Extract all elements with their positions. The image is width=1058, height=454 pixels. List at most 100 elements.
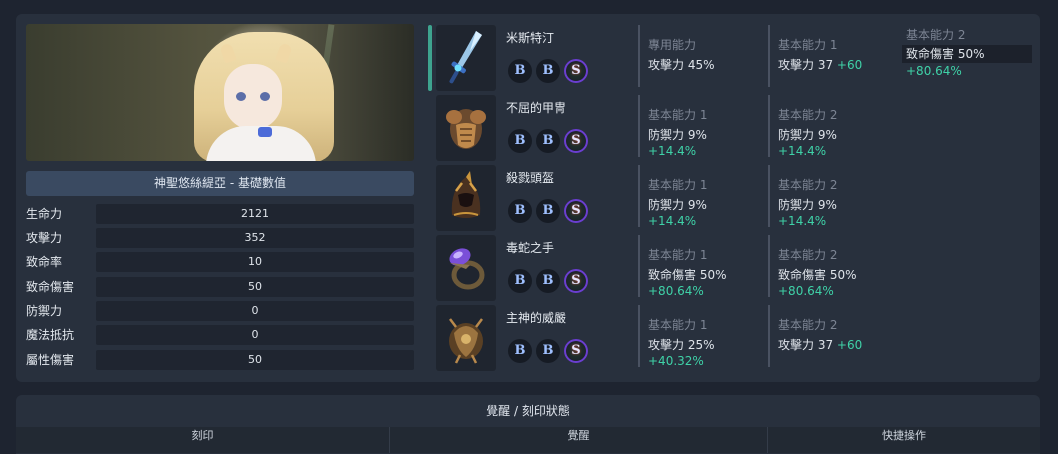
stat-label: 致命率 bbox=[26, 255, 63, 269]
stat-label: 屬性傷害 bbox=[26, 353, 75, 367]
property-title: 基本能力 2 bbox=[906, 28, 966, 42]
property-title: 基本能力 1 bbox=[648, 178, 708, 192]
rune-s-icon[interactable]: S bbox=[564, 339, 588, 363]
property-title: 基本能力 1 bbox=[648, 248, 708, 262]
equip-property: 基本能力 1 防禦力 9% +14.4% bbox=[638, 95, 756, 158]
rune-b-icon[interactable]: B bbox=[536, 339, 560, 363]
equip-property: 基本能力 2 防禦力 9% +14.4% bbox=[768, 165, 886, 228]
equip-name: 毒蛇之手 bbox=[506, 241, 555, 255]
rune-s-icon[interactable]: S bbox=[564, 269, 588, 293]
equip-row-amulet[interactable]: 主神的威嚴 B B S 基本能力 1 攻擊力 25% +40.32% 基本能力 … bbox=[428, 305, 1040, 371]
rune-b-icon[interactable]: B bbox=[508, 269, 532, 293]
stat-row-hp: 生命力 2121 bbox=[26, 204, 414, 224]
equip-row-ring[interactable]: 毒蛇之手 B B S 基本能力 1 致命傷害 50% +80.64% 基本能力 … bbox=[428, 235, 1040, 301]
equip-property: 基本能力 2 防禦力 9% +14.4% bbox=[768, 95, 886, 158]
selected-indicator bbox=[428, 25, 432, 91]
stat-value: 0 bbox=[96, 325, 414, 345]
amulet-icon[interactable] bbox=[436, 305, 496, 371]
equip-property: 基本能力 1 攻擊力 37 +60 bbox=[768, 25, 886, 87]
property-bonus: +80.64% bbox=[648, 284, 704, 298]
property-bonus: +80.64% bbox=[906, 64, 962, 78]
rune-b-icon[interactable]: B bbox=[536, 269, 560, 293]
rune-b-icon[interactable]: B bbox=[508, 199, 532, 223]
equip-row-weapon[interactable]: 米斯特汀 B B S 專用能力 攻擊力 45% 基本能力 1 攻擊力 37 +6… bbox=[428, 25, 1040, 91]
rune-b-icon[interactable]: B bbox=[536, 129, 560, 153]
rune-b-icon[interactable]: B bbox=[536, 199, 560, 223]
equip-name: 不屈的甲冑 bbox=[506, 101, 567, 115]
sword-icon[interactable] bbox=[436, 25, 496, 91]
equip-property: 基本能力 2 致命傷害 50% +80.64% bbox=[768, 235, 886, 298]
property-value: 防禦力 9% +14.4% bbox=[778, 128, 837, 158]
awakening-panel: 覺醒 / 刻印狀態 刻印 覺醒 快捷操作 bbox=[16, 395, 1040, 454]
rune-b-icon[interactable]: B bbox=[508, 59, 532, 83]
stat-value: 50 bbox=[96, 277, 414, 297]
property-value: 致命傷害 50% bbox=[648, 268, 727, 282]
property-bonus: +40.32% bbox=[648, 354, 704, 368]
property-value: 防禦力 9% +14.4% bbox=[648, 198, 707, 228]
property-bonus: +60 bbox=[836, 58, 863, 72]
property-title: 專用能力 bbox=[648, 38, 697, 52]
character-portrait bbox=[26, 24, 414, 161]
property-bonus: +14.4% bbox=[778, 214, 827, 228]
property-value: 攻擊力 25% bbox=[648, 338, 715, 352]
stat-value: 10 bbox=[96, 252, 414, 272]
property-bonus: +14.4% bbox=[648, 214, 697, 228]
equip-row-helmet[interactable]: 殺戮頭盔 B B S 基本能力 1 防禦力 9% +14.4% 基本能力 2 防… bbox=[428, 165, 1040, 231]
property-value: 攻擊力 45% bbox=[648, 58, 715, 72]
rune-s-icon[interactable]: S bbox=[564, 199, 588, 223]
stat-value: 0 bbox=[96, 301, 414, 321]
property-title: 基本能力 2 bbox=[778, 178, 838, 192]
rune-b-icon[interactable]: B bbox=[508, 129, 532, 153]
property-title: 基本能力 2 bbox=[778, 318, 838, 332]
stat-value: 2121 bbox=[96, 204, 414, 224]
rune-s-icon[interactable]: S bbox=[564, 129, 588, 153]
equip-property: 基本能力 2 致命傷害 50% +80.64% bbox=[898, 25, 1032, 87]
equip-property: 基本能力 1 致命傷害 50% +80.64% bbox=[638, 235, 756, 298]
equip-property: 基本能力 2 攻擊力 37 +60 bbox=[768, 305, 886, 367]
property-bonus: +14.4% bbox=[648, 144, 697, 158]
column-header-awaken: 覺醒 bbox=[390, 427, 768, 453]
property-bonus: +14.4% bbox=[778, 144, 827, 158]
stat-label: 防禦力 bbox=[26, 304, 63, 318]
column-header-quick-actions: 快捷操作 bbox=[882, 429, 926, 442]
rune-b-icon[interactable]: B bbox=[508, 339, 532, 363]
awakening-table-header: 刻印 覺醒 快捷操作 bbox=[16, 427, 1040, 453]
property-title: 基本能力 1 bbox=[778, 38, 838, 52]
stat-label: 生命力 bbox=[26, 207, 63, 221]
equip-property: 基本能力 1 防禦力 9% +14.4% bbox=[638, 165, 756, 228]
property-value: 攻擊力 37 +60 bbox=[778, 58, 863, 72]
stat-value: 352 bbox=[96, 228, 414, 248]
property-value: 防禦力 9% +14.4% bbox=[778, 198, 837, 228]
stat-label: 致命傷害 bbox=[26, 280, 75, 294]
stat-row-crit-rate: 致命率 10 bbox=[26, 252, 414, 272]
equip-property: 基本能力 1 攻擊力 25% +40.32% bbox=[638, 305, 756, 368]
equip-name: 殺戮頭盔 bbox=[506, 171, 555, 185]
column-header-engrave: 刻印 bbox=[16, 427, 390, 453]
property-value: 致命傷害 50% bbox=[902, 45, 1032, 63]
property-title: 基本能力 2 bbox=[778, 108, 838, 122]
character-name-bar: 神聖悠絲緹亞 - 基礎數值 bbox=[26, 171, 414, 196]
stat-value: 50 bbox=[96, 350, 414, 370]
property-value: 攻擊力 37 +60 bbox=[778, 338, 863, 352]
ring-icon[interactable] bbox=[436, 235, 496, 301]
armor-icon[interactable] bbox=[436, 95, 496, 161]
rune-b-icon[interactable]: B bbox=[536, 59, 560, 83]
property-value: 致命傷害 50% bbox=[778, 268, 857, 282]
helmet-icon[interactable] bbox=[436, 165, 496, 231]
stat-label: 魔法抵抗 bbox=[26, 328, 75, 342]
awakening-panel-title: 覺醒 / 刻印狀態 bbox=[486, 404, 570, 418]
stat-row-attack: 攻擊力 352 bbox=[26, 228, 414, 248]
stat-label: 攻擊力 bbox=[26, 231, 63, 245]
property-title: 基本能力 1 bbox=[648, 108, 708, 122]
rune-s-icon[interactable]: S bbox=[564, 59, 588, 83]
property-title: 基本能力 2 bbox=[778, 248, 838, 262]
stat-row-magic-resist: 魔法抵抗 0 bbox=[26, 325, 414, 345]
stat-row-element-damage: 屬性傷害 50 bbox=[26, 350, 414, 370]
equip-name: 米斯特汀 bbox=[506, 31, 555, 45]
property-title: 基本能力 1 bbox=[648, 318, 708, 332]
property-bonus: +80.64% bbox=[778, 284, 834, 298]
stat-row-defense: 防禦力 0 bbox=[26, 301, 414, 321]
stat-row-crit-damage: 致命傷害 50 bbox=[26, 277, 414, 297]
equip-row-armor[interactable]: 不屈的甲冑 B B S 基本能力 1 防禦力 9% +14.4% 基本能力 2 … bbox=[428, 95, 1040, 161]
equip-name: 主神的威嚴 bbox=[506, 311, 567, 325]
